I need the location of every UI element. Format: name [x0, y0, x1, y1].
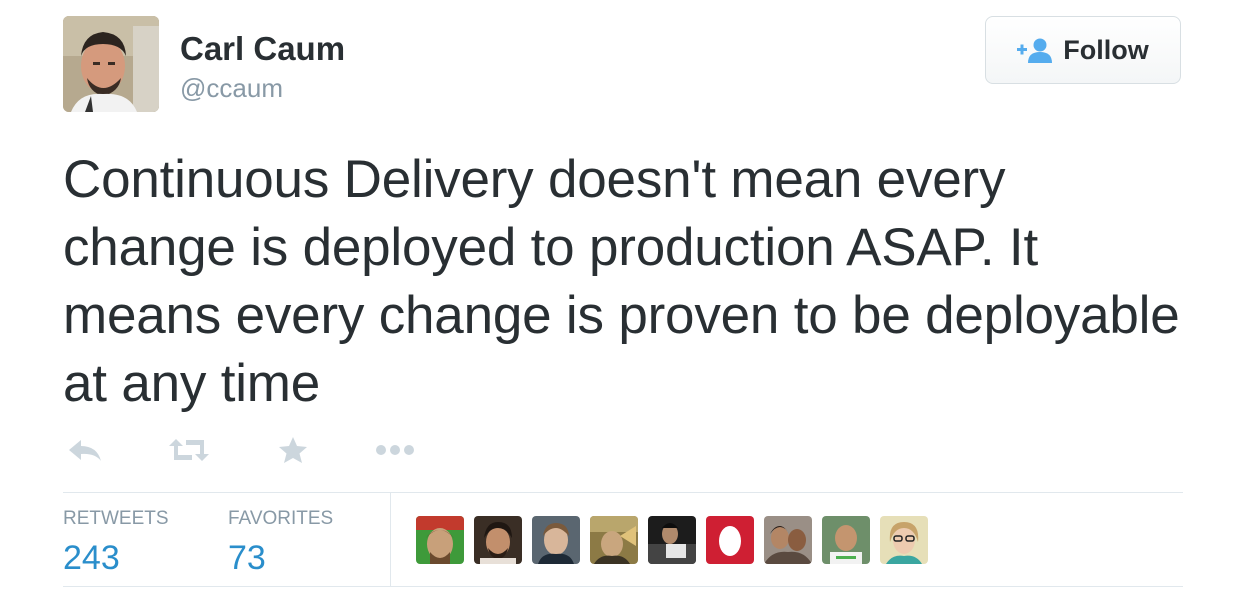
- retweet-button[interactable]: [167, 432, 211, 472]
- follow-label: Follow: [1063, 35, 1149, 65]
- more-icon: [375, 443, 415, 461]
- retweets-stat[interactable]: RETWEETS 243: [63, 507, 169, 577]
- favoriter-avatar-9[interactable]: [880, 516, 928, 564]
- stats-divider-bottom: [63, 586, 1183, 587]
- more-button[interactable]: [373, 432, 417, 472]
- favoriter-avatar-8[interactable]: [822, 516, 870, 564]
- favorites-count: 73: [228, 539, 266, 577]
- retweet-icon: [168, 437, 210, 468]
- tweet-text: Continuous Delivery doesn't mean every c…: [63, 150, 1180, 413]
- reply-button[interactable]: [65, 432, 105, 472]
- favorites-label: FAVORITES: [228, 508, 334, 529]
- favoriter-avatar-4[interactable]: [590, 516, 638, 564]
- favorites-stat[interactable]: FAVORITES 73: [228, 507, 333, 577]
- follow-button[interactable]: Follow: [985, 16, 1181, 84]
- favoriter-avatar-5[interactable]: [648, 516, 696, 564]
- user-display-name[interactable]: Carl Caum: [180, 30, 345, 68]
- favoriter-avatar-6[interactable]: [706, 516, 754, 564]
- favoriter-avatar-1[interactable]: [416, 516, 464, 564]
- user-handle[interactable]: @ccaum: [180, 73, 283, 103]
- star-icon: [278, 436, 308, 469]
- reply-icon: [67, 437, 103, 468]
- favoriter-avatar-7[interactable]: [764, 516, 812, 564]
- favoriter-avatar-3[interactable]: [532, 516, 580, 564]
- profile-avatar[interactable]: [63, 16, 159, 112]
- stats-divider-top: [63, 492, 1183, 493]
- retweets-label: RETWEETS: [63, 508, 169, 529]
- stats-divider-vertical: [390, 493, 391, 586]
- favorite-button[interactable]: [275, 432, 311, 472]
- retweets-count: 243: [63, 539, 120, 577]
- add-user-icon: [1017, 37, 1053, 63]
- favoriter-avatar-2[interactable]: [474, 516, 522, 564]
